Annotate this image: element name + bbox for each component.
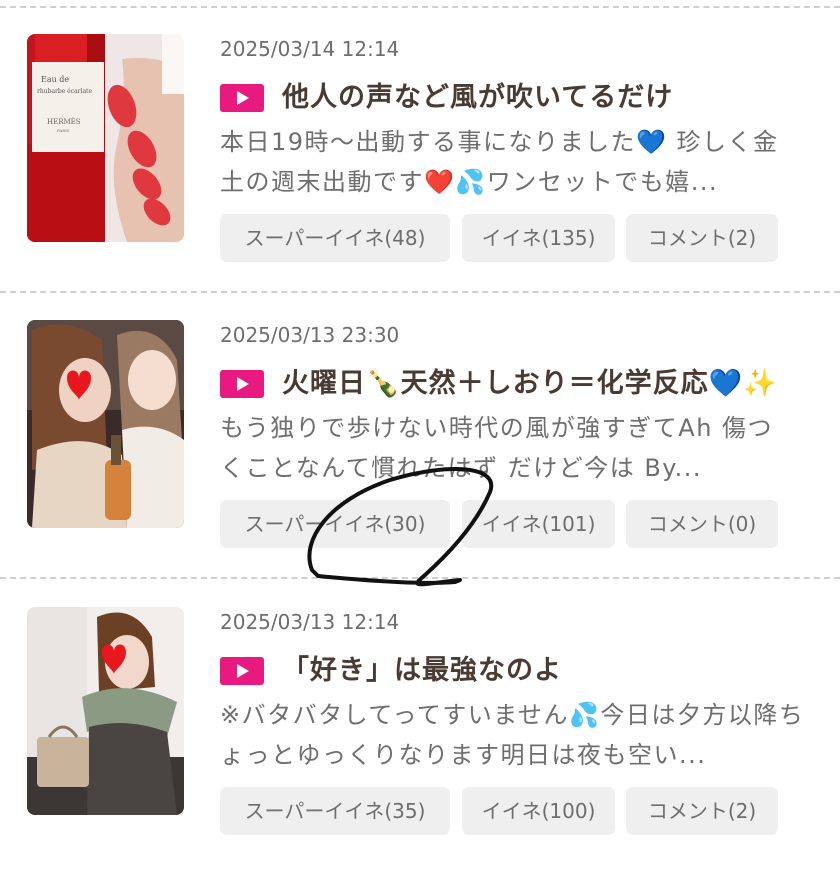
post-item[interactable]: 2025/03/13 12:14 「好き」は最強なのよ ※バタバタしてってすいま… [0, 607, 840, 887]
post-thumbnail[interactable]: Eau de rhubarbe écarlate HERMÈS PARIS [27, 34, 184, 242]
mirror-photo [27, 607, 184, 815]
post-title-row[interactable]: 他人の声など風が吹いてるだけ [220, 78, 820, 118]
like-button[interactable]: イイネ(100) [462, 787, 615, 835]
super-like-button[interactable]: スーパーイイネ(48) [220, 214, 450, 262]
super-like-button[interactable]: スーパーイイネ(35) [220, 787, 450, 835]
selfie-photo [27, 320, 184, 528]
like-button[interactable]: イイネ(135) [462, 214, 615, 262]
post-date: 2025/03/14 12:14 [220, 37, 400, 61]
excerpt-line: ょっとゆっくりなります明日は夜も空い... [220, 741, 707, 769]
perfume-photo: Eau de rhubarbe écarlate HERMÈS PARIS [27, 34, 184, 242]
play-icon [220, 657, 264, 685]
divider-top [0, 6, 840, 8]
svg-text:PARIS: PARIS [57, 128, 70, 133]
super-like-button[interactable]: スーパーイイネ(30) [220, 500, 450, 548]
post-thumbnail[interactable] [27, 320, 184, 528]
post-title-row[interactable]: 火曜日🍾天然＋しおり＝化学反応💙✨ [220, 364, 820, 404]
post-title[interactable]: 他人の声など風が吹いてるだけ [282, 78, 673, 118]
like-button[interactable]: イイネ(101) [462, 500, 615, 548]
divider [0, 577, 840, 579]
comment-button[interactable]: コメント(2) [626, 787, 778, 835]
excerpt-line: 本日19時〜出動する事になりました💙 珍しく金 [220, 128, 779, 156]
post-thumbnail[interactable] [27, 607, 184, 815]
post-item[interactable]: Eau de rhubarbe écarlate HERMÈS PARIS 20… [0, 34, 840, 314]
post-title[interactable]: 「好き」は最強なのよ [282, 651, 562, 691]
post-date: 2025/03/13 23:30 [220, 323, 400, 347]
post-excerpt: ※バタバタしてってすいません💦今日は夕方以降ち ょっとゆっくりなります明日は夜も… [220, 695, 820, 775]
post-title-row[interactable]: 「好き」は最強なのよ [220, 651, 820, 691]
excerpt-line: もう独りで歩けない時代の風が強すぎてAh 傷つ [220, 414, 774, 442]
play-icon [220, 84, 264, 112]
post-excerpt: もう独りで歩けない時代の風が強すぎてAh 傷つ くことなんて慣れたはず だけど今… [220, 408, 820, 488]
comment-button[interactable]: コメント(2) [626, 214, 778, 262]
divider [0, 291, 840, 293]
excerpt-line: ※バタバタしてってすいません💦今日は夕方以降ち [220, 701, 805, 729]
comment-button[interactable]: コメント(0) [626, 500, 778, 548]
svg-text:rhubarbe écarlate: rhubarbe écarlate [37, 88, 92, 95]
svg-text:Eau de: Eau de [41, 75, 69, 84]
excerpt-line: くことなんて慣れたはず だけど今は By... [220, 454, 702, 482]
post-title[interactable]: 火曜日🍾天然＋しおり＝化学反応💙✨ [282, 364, 778, 404]
post-date: 2025/03/13 12:14 [220, 610, 400, 634]
play-icon [220, 370, 264, 398]
post-excerpt: 本日19時〜出動する事になりました💙 珍しく金 土の週末出動です❤️💦ワンセット… [220, 122, 820, 202]
post-item[interactable]: 2025/03/13 23:30 火曜日🍾天然＋しおり＝化学反応💙✨ もう独りで… [0, 320, 840, 600]
svg-text:HERMÈS: HERMÈS [47, 117, 81, 126]
excerpt-line: 土の週末出動です❤️💦ワンセットでも嬉... [220, 168, 719, 196]
